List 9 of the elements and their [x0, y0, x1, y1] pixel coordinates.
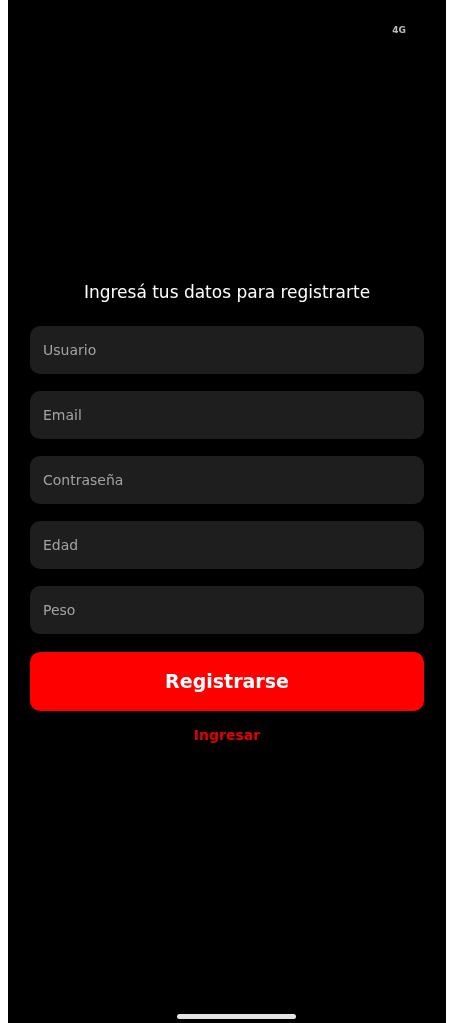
input-field[interactable]: Edad — [30, 521, 424, 569]
input-field[interactable]: Peso — [30, 586, 424, 634]
page-title: Ingresá tus datos para registrarte — [82, 281, 372, 304]
input-field[interactable]: Usuario — [30, 326, 424, 374]
login-link[interactable]: Ingresar — [193, 725, 261, 746]
input-field[interactable]: Contraseña — [30, 456, 424, 504]
register-button[interactable]: Registrarse — [30, 652, 424, 711]
network-indicator: 4G — [392, 26, 406, 37]
input-field[interactable]: Email — [30, 391, 424, 439]
